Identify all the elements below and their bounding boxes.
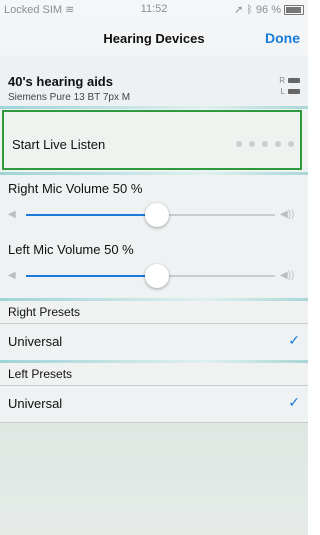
right-mic-slider[interactable]: ◀ ◀)) [8, 203, 298, 227]
right-presets-header: Right Presets [0, 301, 308, 323]
done-button[interactable]: Done [265, 30, 300, 46]
device-name: 40's hearing aids [8, 74, 113, 89]
left-preset-label: Universal [8, 396, 63, 411]
right-ear-label: R [279, 76, 285, 85]
right-presets-title: Right Presets [8, 305, 81, 319]
battery-percent: 96 % [255, 3, 281, 16]
device-info[interactable]: 40's hearing aids Siemens Pure 13 BT 7px… [0, 56, 308, 106]
speaker-low-icon: ◀ [8, 209, 16, 220]
right-preset-option[interactable]: Universal ✓ [0, 324, 308, 360]
page-title: Hearing Devices [103, 31, 205, 46]
level-indicator [236, 141, 294, 147]
left-battery-icon [288, 89, 300, 94]
speaker-high-icon: ◀)) [280, 270, 295, 281]
slider-fill [26, 214, 157, 216]
hearing-devices-screen: Locked SIM ≋ 11:52 ➚ ᛒ 96 % Hearing Devi… [0, 0, 308, 535]
location-icon: ➚ [234, 4, 244, 16]
left-mic-label: Left Mic Volume 50 % [8, 242, 134, 257]
speaker-high-icon: ◀)) [280, 209, 295, 220]
slider-track [157, 275, 275, 277]
left-mic-slider[interactable]: ◀ ◀)) [8, 264, 298, 288]
status-bar: Locked SIM ≋ 11:52 ➚ ᛒ 96 % [0, 0, 308, 20]
right-battery-icon [288, 78, 300, 83]
left-ear-label: L [280, 87, 285, 96]
left-preset-option[interactable]: Universal ✓ [0, 386, 308, 422]
left-mic-section: Left Mic Volume 50 % ◀ ◀)) [0, 237, 308, 299]
slider-fill [26, 275, 157, 277]
divider [0, 106, 308, 109]
right-preset-label: Universal [8, 334, 63, 349]
checkmark-icon: ✓ [288, 394, 300, 410]
right-mic-section: Right Mic Volume 50 % ◀ ◀)) [0, 175, 308, 237]
right-mic-label: Right Mic Volume 50 % [8, 181, 143, 196]
bluetooth-icon: ᛒ [246, 3, 253, 16]
slider-thumb[interactable] [145, 264, 169, 288]
left-presets-header: Left Presets [0, 363, 308, 385]
battery-icon [284, 4, 304, 15]
navigation-bar: Hearing Devices Done [0, 20, 308, 56]
live-listen-label: Start Live Listen [12, 137, 106, 152]
speaker-low-icon: ◀ [8, 270, 16, 281]
live-listen-row[interactable]: Start Live Listen [2, 110, 302, 170]
device-model: Siemens Pure 13 BT 7px M [8, 92, 131, 103]
slider-track [157, 214, 275, 216]
left-presets-title: Left Presets [8, 367, 73, 381]
slider-thumb[interactable] [145, 203, 169, 227]
checkmark-icon: ✓ [288, 332, 300, 348]
